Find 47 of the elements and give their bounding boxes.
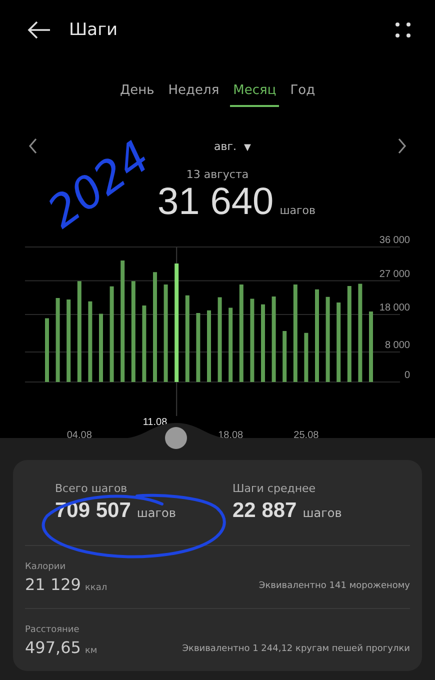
drag-handle[interactable]: [165, 427, 187, 449]
screen-title: Шаги: [69, 20, 119, 40]
bar[interactable]: [174, 264, 179, 382]
bar[interactable]: [120, 260, 125, 382]
bar[interactable]: [185, 295, 190, 382]
bar[interactable]: [293, 284, 298, 382]
equivalent-note: Эквивалентно 141 мороженому: [258, 581, 410, 593]
y-axis-label: 0: [404, 370, 410, 381]
bar[interactable]: [66, 300, 71, 382]
bar[interactable]: [239, 284, 244, 382]
y-axis-label: 18 000: [379, 302, 410, 314]
x-axis-label: 04.08: [66, 430, 92, 441]
selected-steps: 31 640: [157, 181, 274, 224]
y-axis-label: 36 000: [379, 236, 410, 246]
period-tab[interactable]: Месяц: [230, 77, 280, 107]
stat-value: 22 887: [232, 499, 297, 523]
y-axis-label: 27 000: [379, 268, 410, 280]
metric-label: Калории: [25, 562, 67, 572]
bar[interactable]: [336, 302, 341, 382]
month-dropdown[interactable]: авг. ▼: [210, 138, 255, 154]
bar[interactable]: [282, 331, 287, 382]
bar[interactable]: [347, 286, 352, 382]
chevron-right-icon[interactable]: [396, 137, 407, 155]
bar[interactable]: [77, 281, 82, 382]
steps-unit: шагов: [280, 204, 316, 217]
period-tab[interactable]: Неделя: [165, 77, 222, 107]
stat-unit: шагов: [136, 506, 176, 520]
x-axis-label: 25.08: [294, 430, 319, 441]
chevron-left-icon[interactable]: [28, 137, 38, 155]
metric-value: 21 129: [25, 575, 81, 594]
week-label: 11.08: [142, 417, 168, 428]
back-icon[interactable]: [27, 20, 51, 40]
bar[interactable]: [131, 281, 136, 382]
more-icon[interactable]: [395, 22, 411, 38]
metric-unit: ккал: [84, 583, 108, 593]
bar[interactable]: [228, 308, 233, 382]
metric-value: 497,65: [25, 638, 81, 657]
metric-label: Расстояние: [25, 625, 80, 635]
equivalent-note: Эквивалентно 1 244,12 кругам пешей прогулки: [182, 644, 410, 656]
metric-unit: км: [84, 646, 98, 656]
stat-label: Шаги среднее: [232, 482, 317, 495]
stat-label: Всего шагов: [55, 482, 128, 495]
period-tab[interactable]: День: [116, 77, 158, 107]
x-axis-label: 18.08: [218, 430, 244, 441]
y-axis-label: 8 000: [384, 340, 410, 351]
period-tab[interactable]: Год: [287, 77, 318, 107]
stat-unit: шагов: [302, 506, 342, 520]
